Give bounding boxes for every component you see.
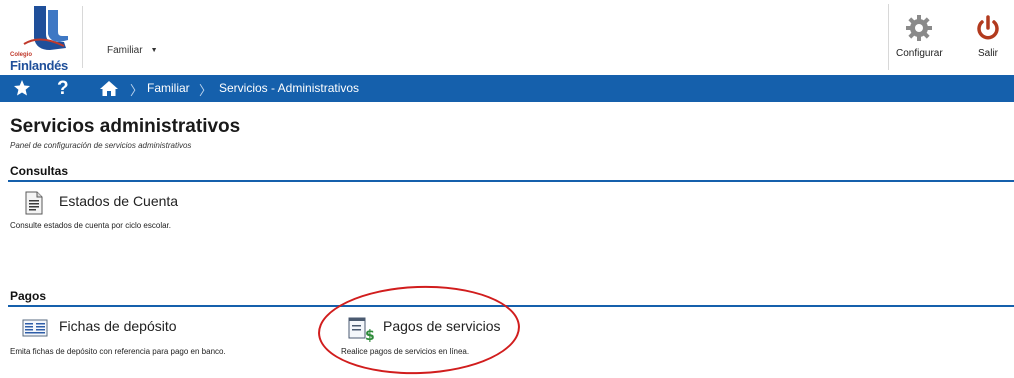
configure-label: Configurar bbox=[896, 48, 943, 59]
deposit-slip-icon bbox=[22, 319, 48, 337]
item-description: Consulte estados de cuenta por ciclo esc… bbox=[10, 221, 171, 230]
breadcrumb-familiar[interactable]: Familiar bbox=[147, 81, 190, 95]
breadcrumb-servicios[interactable]: Servicios - Administrativos bbox=[219, 81, 359, 95]
logout-label: Salir bbox=[977, 48, 998, 59]
app-header: Colegio Finlandés Familiar ▼ Configurar bbox=[0, 0, 1014, 74]
section-title-pagos: Pagos bbox=[10, 289, 47, 303]
star-icon[interactable] bbox=[13, 79, 31, 97]
caret-down-icon: ▼ bbox=[150, 47, 158, 54]
home-icon[interactable] bbox=[99, 80, 119, 97]
section-divider bbox=[8, 305, 1014, 307]
section-title-consultas: Consultas bbox=[10, 164, 69, 178]
item-title: Fichas de depósito bbox=[59, 318, 177, 334]
logo-emblem-icon bbox=[23, 6, 68, 50]
gear-icon bbox=[906, 15, 933, 41]
school-logo[interactable]: Colegio Finlandés bbox=[6, 4, 76, 73]
power-icon bbox=[977, 15, 999, 40]
header-divider bbox=[82, 6, 83, 68]
breadcrumb-separator: 〉 bbox=[199, 83, 213, 98]
highlight-circle bbox=[316, 282, 522, 378]
logo-text: Finlandés bbox=[10, 58, 68, 73]
item-title: Estados de Cuenta bbox=[59, 193, 179, 209]
item-fichas-de-deposito[interactable]: Fichas de depósito Emita fichas de depós… bbox=[10, 316, 300, 358]
section-divider bbox=[8, 180, 1014, 182]
nav-bar: ? 〉 Familiar 〉 Servicios - Administrativ… bbox=[0, 75, 1014, 102]
item-description: Emita fichas de depósito con referencia … bbox=[10, 347, 226, 356]
configure-button[interactable]: Configurar bbox=[896, 14, 943, 59]
item-estados-de-cuenta[interactable]: Estados de Cuenta Consulte estados de cu… bbox=[10, 190, 250, 232]
page-title: Servicios administrativos bbox=[10, 116, 241, 137]
page-subtitle: Panel de configuración de servicios admi… bbox=[10, 141, 192, 150]
breadcrumb-separator: 〉 bbox=[130, 83, 144, 98]
profile-label: Familiar bbox=[107, 45, 143, 56]
header-divider-right bbox=[888, 4, 889, 70]
help-icon[interactable]: ? bbox=[57, 78, 69, 100]
profile-dropdown[interactable]: Familiar ▼ bbox=[107, 45, 158, 56]
logout-button[interactable]: Salir bbox=[974, 14, 1002, 59]
document-icon bbox=[25, 191, 43, 215]
